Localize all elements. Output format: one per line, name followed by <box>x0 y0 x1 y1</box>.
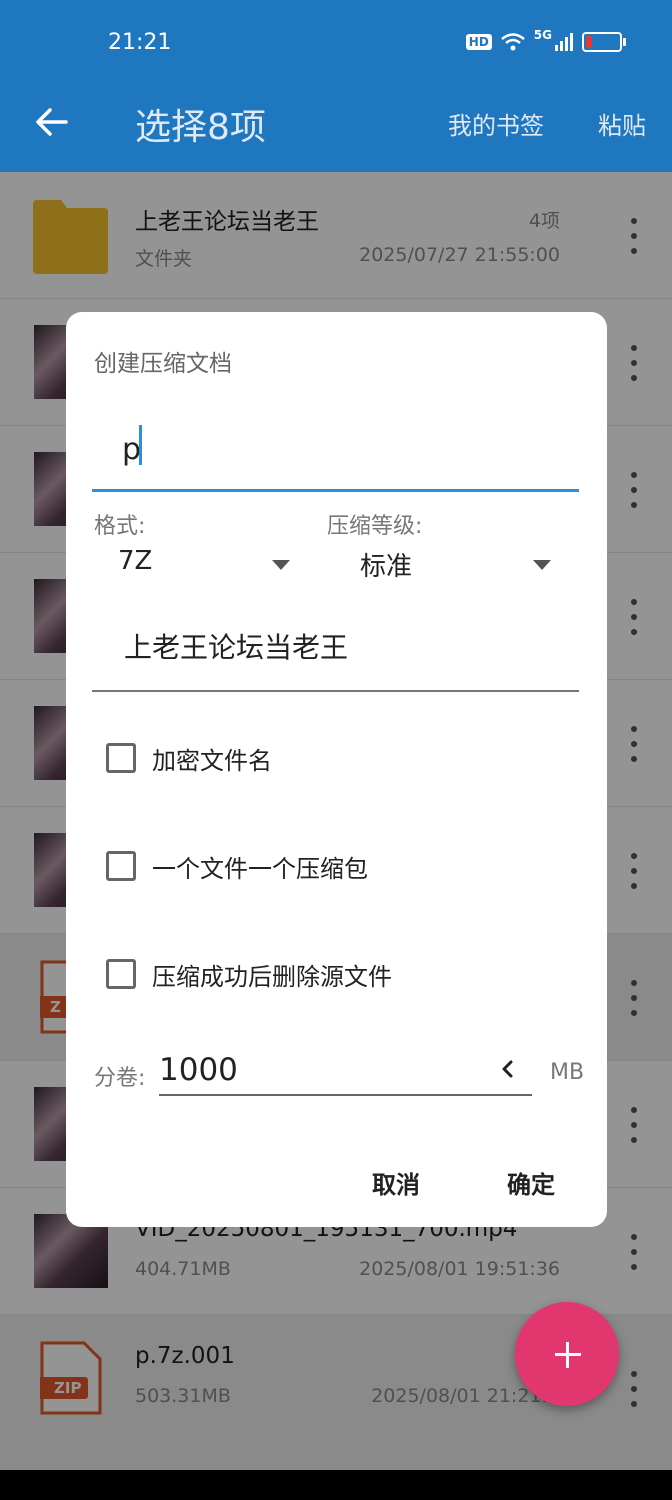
add-button[interactable] <box>515 1302 619 1406</box>
split-unit-label: MB <box>550 1060 585 1085</box>
back-arrow-icon[interactable] <box>30 102 74 142</box>
text-cursor <box>139 425 142 465</box>
archive-name-input[interactable] <box>92 410 579 492</box>
destination-folder-value: 上老王论坛当老王 <box>124 631 349 664</box>
network-label: 5G <box>533 28 552 42</box>
bookmarks-button[interactable]: 我的书签 <box>448 106 544 141</box>
page-title: 选择8项 <box>135 107 266 148</box>
delete-source-option[interactable]: 压缩成功后删除源文件 <box>106 954 392 994</box>
cancel-button[interactable]: 取消 <box>372 1165 420 1200</box>
encrypt-filenames-checkbox[interactable] <box>106 743 136 773</box>
delete-source-label: 压缩成功后删除源文件 <box>152 962 392 991</box>
battery-icon <box>582 32 626 52</box>
one-archive-per-file-option[interactable]: 一个文件一个压缩包 <box>106 846 368 886</box>
split-volume-input[interactable]: 1000 <box>159 1044 532 1096</box>
dialog-title: 创建压缩文档 <box>94 351 232 377</box>
split-volume-value: 1000 <box>159 1052 238 1088</box>
app-header <box>0 0 672 172</box>
encrypt-filenames-option[interactable]: 加密文件名 <box>106 738 272 778</box>
status-time: 21:21 <box>108 30 172 55</box>
paste-button[interactable]: 粘贴 <box>598 106 646 141</box>
encrypt-filenames-label: 加密文件名 <box>152 746 272 775</box>
destination-folder-field[interactable]: 上老王论坛当老王 <box>92 612 579 692</box>
split-volume-label: 分卷: <box>94 1066 146 1091</box>
create-archive-dialog: 创建压缩文档 格式: 压缩等级: 7Z 标准 上老王论坛当老王 加密文件名 一个… <box>66 312 607 1227</box>
compression-level-label: 压缩等级: <box>327 514 423 539</box>
wifi-icon <box>501 33 525 51</box>
system-nav-bar <box>0 1470 672 1500</box>
status-icons: HD 5G <box>465 28 626 56</box>
delete-source-checkbox[interactable] <box>106 959 136 989</box>
confirm-button[interactable]: 确定 <box>507 1165 555 1200</box>
dropdown-arrow-icon <box>272 560 290 570</box>
one-archive-per-file-label: 一个文件一个压缩包 <box>152 854 368 883</box>
format-label: 格式: <box>94 514 146 539</box>
dropdown-arrow-icon <box>533 560 551 570</box>
hd-icon: HD <box>465 34 492 50</box>
compression-level-dropdown[interactable]: 标准 <box>360 546 560 586</box>
one-archive-per-file-checkbox[interactable] <box>106 851 136 881</box>
format-dropdown[interactable]: 7Z <box>118 546 298 586</box>
chevron-left-icon[interactable] <box>500 1060 516 1078</box>
format-value: 7Z <box>118 546 153 576</box>
signal-icon <box>555 33 573 51</box>
compression-level-value: 标准 <box>360 552 413 582</box>
